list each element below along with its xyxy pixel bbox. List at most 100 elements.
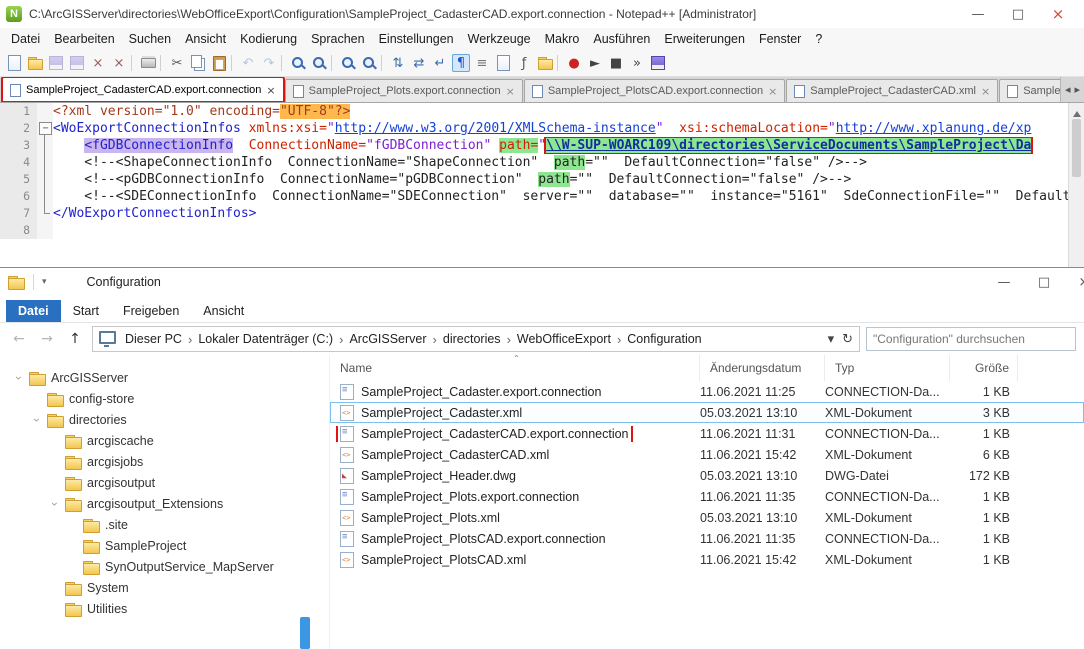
tree-item[interactable]: ›SynOutputService_MapServer (0, 556, 329, 577)
menu-item-datei[interactable]: Datei (4, 28, 47, 50)
editor-tab[interactable]: SampleProject_CadasterCAD.xml× (786, 79, 998, 102)
tab-close-icon[interactable]: × (266, 84, 275, 97)
code-text[interactable]: <!--<SDEConnectionInfo ConnectionName="S… (53, 188, 1084, 205)
tree-item[interactable]: ›config-store (0, 388, 329, 409)
tree-item[interactable]: ›Utilities (0, 598, 329, 619)
tab-close-icon[interactable]: × (768, 85, 777, 98)
breadcrumb-item[interactable]: Dieser PC (123, 332, 184, 346)
tab-scroll-right-icon[interactable]: ▸ (1074, 83, 1080, 96)
menu-item-makro[interactable]: Makro (538, 28, 587, 50)
redo-icon[interactable]: ↷ (260, 54, 278, 72)
save-all-icon[interactable] (68, 54, 86, 72)
tree-item[interactable]: ›arcgisjobs (0, 451, 329, 472)
folder-as-workspace-icon[interactable] (536, 54, 554, 72)
fold-collapse-icon[interactable] (37, 120, 53, 137)
chevron-expanded-icon[interactable]: › (30, 415, 44, 425)
copy-icon[interactable] (189, 54, 207, 72)
show-all-characters-icon[interactable]: ¶ (452, 54, 470, 72)
tree-item[interactable]: ›arcgiscache (0, 430, 329, 451)
breadcrumb-item[interactable]: Lokaler Datenträger (C:) (196, 332, 335, 346)
new-file-icon[interactable] (5, 54, 23, 72)
editor-scrollbar[interactable] (1068, 103, 1084, 269)
maximize-button[interactable]: □ (1024, 269, 1064, 295)
column-header-name[interactable]: Nameˆ (330, 355, 700, 381)
quick-access-dropdown-icon[interactable]: ▾ (42, 277, 47, 287)
breadcrumb-item[interactable]: directories (441, 332, 503, 346)
zoom-out-icon[interactable] (360, 54, 378, 72)
refresh-icon[interactable]: ↻ (842, 332, 853, 347)
close-button[interactable]: × (1038, 1, 1078, 27)
up-button[interactable]: ↑ (64, 331, 86, 347)
menu-item-sprachen[interactable]: Sprachen (304, 28, 372, 50)
code-text[interactable] (53, 222, 1084, 239)
indent-guide-icon[interactable]: ≡ (473, 54, 491, 72)
chevron-expanded-icon[interactable]: › (12, 373, 26, 383)
code-text[interactable]: <WoExportConnectionInfos xmlns:xsi="http… (53, 120, 1084, 137)
editor-tab[interactable]: SampleProject_PlotsCAD.export.connection… (524, 79, 785, 102)
sync-horizontal-icon[interactable]: ⇄ (410, 54, 428, 72)
column-header-size[interactable]: Größe (950, 355, 1018, 381)
sync-vertical-icon[interactable]: ⇅ (389, 54, 407, 72)
code-text[interactable]: <!--<ShapeConnectionInfo ConnectionName=… (53, 154, 1084, 171)
menu-item-suchen[interactable]: Suchen (122, 28, 178, 50)
tree-item[interactable]: ›arcgisoutput (0, 472, 329, 493)
file-row[interactable]: SampleProject_PlotsCAD.xml11.06.2021 15:… (330, 549, 1084, 570)
tree-item[interactable]: ›SampleProject (0, 535, 329, 556)
menu-item-ansicht[interactable]: Ansicht (178, 28, 233, 50)
editor-tab[interactable]: SampleProject_Plot× (999, 79, 1060, 102)
file-row[interactable]: SampleProject_CadasterCAD.export.connect… (330, 423, 1084, 444)
menu-item-fenster[interactable]: Fenster (752, 28, 808, 50)
ribbon-tab-freigeben[interactable]: Freigeben (111, 300, 191, 322)
find-icon[interactable] (289, 54, 307, 72)
explorer-titlebar[interactable]: ▾ Configuration — □ × (0, 268, 1084, 296)
address-dropdown-icon[interactable]: ▾ (828, 332, 835, 347)
replace-icon[interactable] (310, 54, 328, 72)
close-icon[interactable]: × (89, 54, 107, 72)
menu-item-help[interactable]: ? (808, 28, 829, 50)
ribbon-tab-start[interactable]: Start (61, 300, 111, 322)
forward-button[interactable]: → (36, 331, 58, 347)
code-text[interactable]: <fGDBConnectionInfo ConnectionName="fGDB… (53, 137, 1084, 154)
code-text[interactable]: <!--<pGDBConnectionInfo ConnectionName="… (53, 171, 1084, 188)
editor-scrollbar-thumb[interactable] (1072, 119, 1081, 177)
doc-map-icon[interactable] (494, 54, 512, 72)
save-icon[interactable] (47, 54, 65, 72)
menu-item-werkzeuge[interactable]: Werkzeuge (461, 28, 538, 50)
macro-run-multiple-icon[interactable]: » (628, 54, 646, 72)
file-row[interactable]: SampleProject_PlotsCAD.export.connection… (330, 528, 1084, 549)
editor-tab[interactable]: SampleProject_Plots.export.connection× (285, 79, 523, 102)
code-text[interactable]: </WoExportConnectionInfos> (53, 205, 1084, 222)
editor-area[interactable]: 1<?xml version="1.0" encoding="UTF-8"?>2… (0, 103, 1084, 269)
maximize-button[interactable]: □ (998, 1, 1038, 27)
function-list-icon[interactable]: ƒ (515, 54, 533, 72)
close-all-icon[interactable]: × (110, 54, 128, 72)
file-row[interactable]: SampleProject_Plots.xml05.03.2021 13:10X… (330, 507, 1084, 528)
macro-play-icon[interactable]: ► (586, 54, 604, 72)
minimize-button[interactable]: — (984, 269, 1024, 295)
macro-save-icon[interactable] (649, 54, 667, 72)
menu-item-erweiterungen[interactable]: Erweiterungen (657, 28, 752, 50)
open-file-icon[interactable] (26, 54, 44, 72)
breadcrumb-item[interactable]: Configuration (625, 332, 703, 346)
tab-close-icon[interactable]: × (981, 85, 990, 98)
word-wrap-icon[interactable]: ↵ (431, 54, 449, 72)
address-box[interactable]: Dieser PC›Lokaler Datenträger (C:)›ArcGI… (92, 326, 860, 352)
tree-item[interactable]: ›arcgisoutput_Extensions (0, 493, 329, 514)
ribbon-tab-datei[interactable]: Datei (6, 300, 61, 322)
code-text[interactable]: <?xml version="1.0" encoding="UTF-8"?> (53, 103, 1084, 120)
menu-item-einstellungen[interactable]: Einstellungen (372, 28, 461, 50)
ribbon-tab-ansicht[interactable]: Ansicht (191, 300, 256, 322)
scroll-up-icon[interactable] (1073, 107, 1081, 117)
file-row[interactable]: SampleProject_Cadaster.export.connection… (330, 381, 1084, 402)
breadcrumb-item[interactable]: WebOfficeExport (515, 332, 613, 346)
breadcrumb-item[interactable]: ArcGISServer (347, 332, 428, 346)
close-button[interactable]: × (1064, 269, 1084, 295)
chevron-expanded-icon[interactable]: › (48, 499, 62, 509)
undo-icon[interactable]: ↶ (239, 54, 257, 72)
tab-scroll-left-icon[interactable]: ◂ (1065, 83, 1071, 96)
file-row[interactable]: SampleProject_CadasterCAD.xml11.06.2021 … (330, 444, 1084, 465)
menu-item-bearbeiten[interactable]: Bearbeiten (47, 28, 121, 50)
cut-icon[interactable]: ✂ (168, 54, 186, 72)
column-header-type[interactable]: Typ (825, 355, 950, 381)
tab-close-icon[interactable]: × (506, 85, 515, 98)
